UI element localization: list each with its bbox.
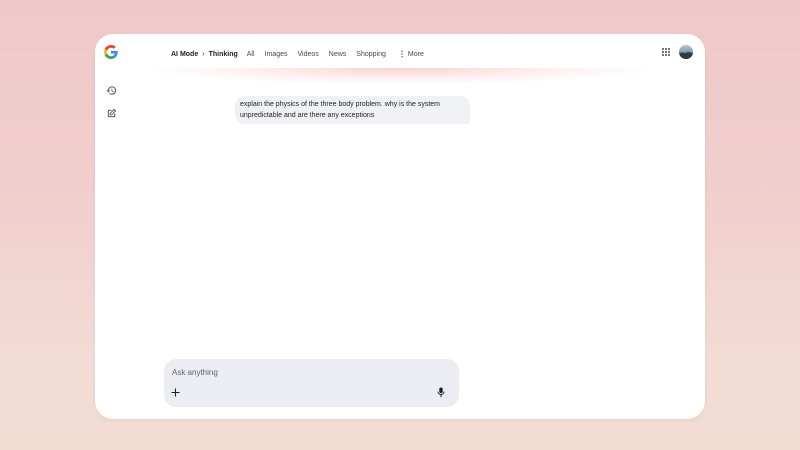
tab-news[interactable]: News — [329, 51, 347, 58]
avatar-photo — [679, 52, 693, 59]
more-vert-icon — [401, 50, 403, 58]
breadcrumb-ai-mode[interactable]: AI Mode — [171, 51, 198, 58]
new-chat-icon[interactable] — [106, 108, 117, 119]
user-prompt-bubble: explain the physics of the three body pr… — [235, 96, 470, 124]
microphone-icon[interactable] — [437, 387, 445, 398]
tab-images[interactable]: Images — [265, 51, 288, 58]
ai-mode-window: AI Mode › Thinking All Images Videos New… — [95, 34, 705, 419]
google-logo-icon[interactable] — [104, 45, 118, 59]
more-menu-button[interactable]: More — [400, 50, 424, 58]
tab-shopping[interactable]: Shopping — [356, 51, 386, 58]
tab-videos[interactable]: Videos — [298, 51, 319, 58]
more-label: More — [407, 50, 424, 58]
top-bar: AI Mode › Thinking All Images Videos New… — [95, 34, 705, 72]
history-icon[interactable] — [106, 85, 117, 96]
tab-all[interactable]: All — [247, 51, 255, 58]
account-avatar[interactable] — [679, 45, 693, 59]
ask-anything-composer[interactable]: Ask anything — [164, 359, 459, 407]
breadcrumb-separator: › — [202, 50, 205, 58]
breadcrumb-thinking[interactable]: Thinking — [209, 51, 238, 58]
composer-placeholder[interactable]: Ask anything — [172, 368, 218, 377]
top-navigation: AI Mode › Thinking All Images Videos New… — [171, 50, 424, 58]
plus-icon[interactable] — [171, 388, 180, 397]
apps-grid-icon[interactable] — [662, 48, 670, 56]
